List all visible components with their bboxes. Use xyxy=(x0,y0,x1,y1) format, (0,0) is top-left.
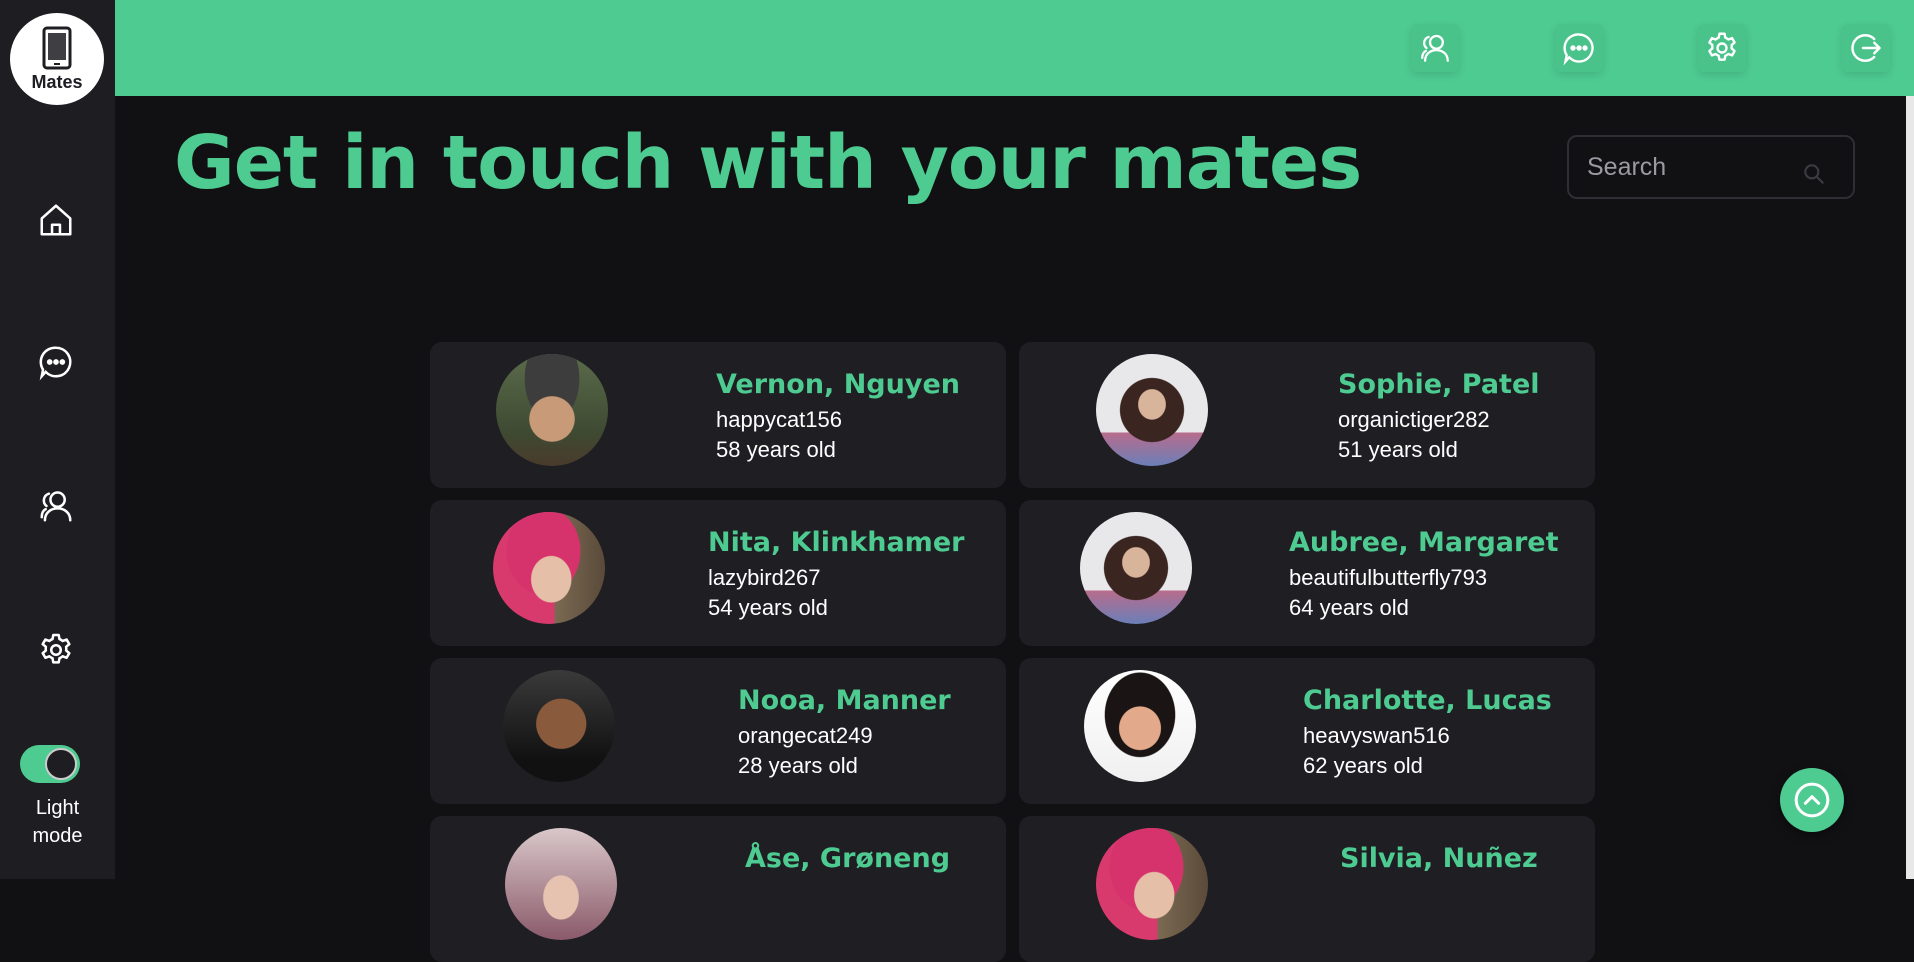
sidebar-item-settings[interactable] xyxy=(30,624,82,676)
users-icon xyxy=(1421,34,1449,62)
users-icon xyxy=(40,491,72,522)
search-icon[interactable] xyxy=(1799,161,1829,187)
avatar xyxy=(503,670,615,782)
sidebar-item-chat[interactable] xyxy=(30,336,82,388)
chat-icon xyxy=(1563,33,1594,66)
scrollbar[interactable] xyxy=(1906,96,1914,879)
mate-card[interactable]: Nita, Klinkhamer lazybird267 54 years ol… xyxy=(430,500,1006,646)
app-logo[interactable]: Mates xyxy=(10,13,104,105)
mate-age: 58 years old xyxy=(716,437,836,462)
gear-icon xyxy=(1708,32,1736,61)
top-bar xyxy=(115,0,1914,96)
mate-info: Aubree, Margaret beautifulbutterfly793 6… xyxy=(1289,523,1559,623)
mate-name: Charlotte, Lucas xyxy=(1303,685,1552,716)
mate-name: Nooa, Manner xyxy=(738,685,951,716)
mate-name: Aubree, Margaret xyxy=(1289,527,1559,558)
mate-age: 51 years old xyxy=(1338,437,1458,462)
mate-name: Silvia, Nuñez xyxy=(1340,843,1538,874)
sidebar-item-users[interactable] xyxy=(30,480,82,532)
toggle-knob xyxy=(45,748,77,780)
mate-card[interactable]: Nooa, Manner orangecat249 28 years old xyxy=(430,658,1006,804)
mates-grid: Vernon, Nguyen happycat156 58 years old … xyxy=(430,342,1595,962)
mate-username: happycat156 xyxy=(716,407,842,432)
topbar-settings-button[interactable] xyxy=(1698,24,1746,72)
mate-age: 54 years old xyxy=(708,595,828,620)
topbar-logout-button[interactable] xyxy=(1842,24,1890,72)
mate-card[interactable]: Charlotte, Lucas heavyswan516 62 years o… xyxy=(1019,658,1595,804)
chevron-up-icon xyxy=(1794,782,1830,818)
mate-username: lazybird267 xyxy=(708,565,821,590)
mate-info: Charlotte, Lucas heavyswan516 62 years o… xyxy=(1303,681,1552,781)
mate-name: Nita, Klinkhamer xyxy=(708,527,965,558)
mate-name: Vernon, Nguyen xyxy=(716,369,960,400)
topbar-chat-button[interactable] xyxy=(1555,24,1603,72)
gear-icon xyxy=(41,633,71,664)
mate-age: 28 years old xyxy=(738,753,858,778)
mate-name: Åse, Grøneng xyxy=(745,843,951,874)
mate-name: Sophie, Patel xyxy=(1338,369,1540,400)
mate-age: 62 years old xyxy=(1303,753,1423,778)
mate-info: Sophie, Patel organictiger282 51 years o… xyxy=(1338,365,1540,465)
mate-card[interactable]: Silvia, Nuñez xyxy=(1019,816,1595,962)
mate-card[interactable]: Sophie, Patel organictiger282 51 years o… xyxy=(1019,342,1595,488)
mate-info: Åse, Grøneng xyxy=(745,839,950,879)
avatar xyxy=(1080,512,1192,624)
mate-card[interactable]: Vernon, Nguyen happycat156 58 years old xyxy=(430,342,1006,488)
mate-info: Vernon, Nguyen happycat156 58 years old xyxy=(716,365,960,465)
avatar xyxy=(1096,828,1208,940)
phone-icon xyxy=(42,26,72,69)
sidebar: Mates Light mode xyxy=(0,0,115,879)
home-icon xyxy=(40,204,72,236)
logo-text: Mates xyxy=(31,71,83,92)
scroll-top-button[interactable] xyxy=(1780,768,1844,832)
theme-toggle-label: Light mode xyxy=(32,797,83,847)
theme-toggle[interactable] xyxy=(20,745,80,783)
page-title: Get in touch with your mates xyxy=(174,120,1362,206)
topbar-users-button[interactable] xyxy=(1411,24,1459,72)
mate-info: Silvia, Nuñez xyxy=(1340,839,1538,879)
search-box xyxy=(1567,135,1855,199)
search-input[interactable] xyxy=(1569,151,1799,183)
chat-icon xyxy=(39,346,72,381)
mate-card[interactable]: Aubree, Margaret beautifulbutterfly793 6… xyxy=(1019,500,1595,646)
mate-card[interactable]: Åse, Grøneng xyxy=(430,816,1006,962)
mate-username: heavyswan516 xyxy=(1303,723,1450,748)
avatar xyxy=(1084,670,1196,782)
avatar xyxy=(493,512,605,624)
mate-username: organictiger282 xyxy=(1338,407,1490,432)
mate-info: Nita, Klinkhamer lazybird267 54 years ol… xyxy=(708,523,964,623)
avatar xyxy=(505,828,617,940)
sidebar-item-home[interactable] xyxy=(30,194,82,246)
mate-age: 64 years old xyxy=(1289,595,1409,620)
mate-username: beautifulbutterfly793 xyxy=(1289,565,1488,590)
mate-info: Nooa, Manner orangecat249 28 years old xyxy=(738,681,951,781)
logout-icon xyxy=(1851,34,1881,62)
mate-username: orangecat249 xyxy=(738,723,873,748)
avatar xyxy=(496,354,608,466)
avatar xyxy=(1096,354,1208,466)
